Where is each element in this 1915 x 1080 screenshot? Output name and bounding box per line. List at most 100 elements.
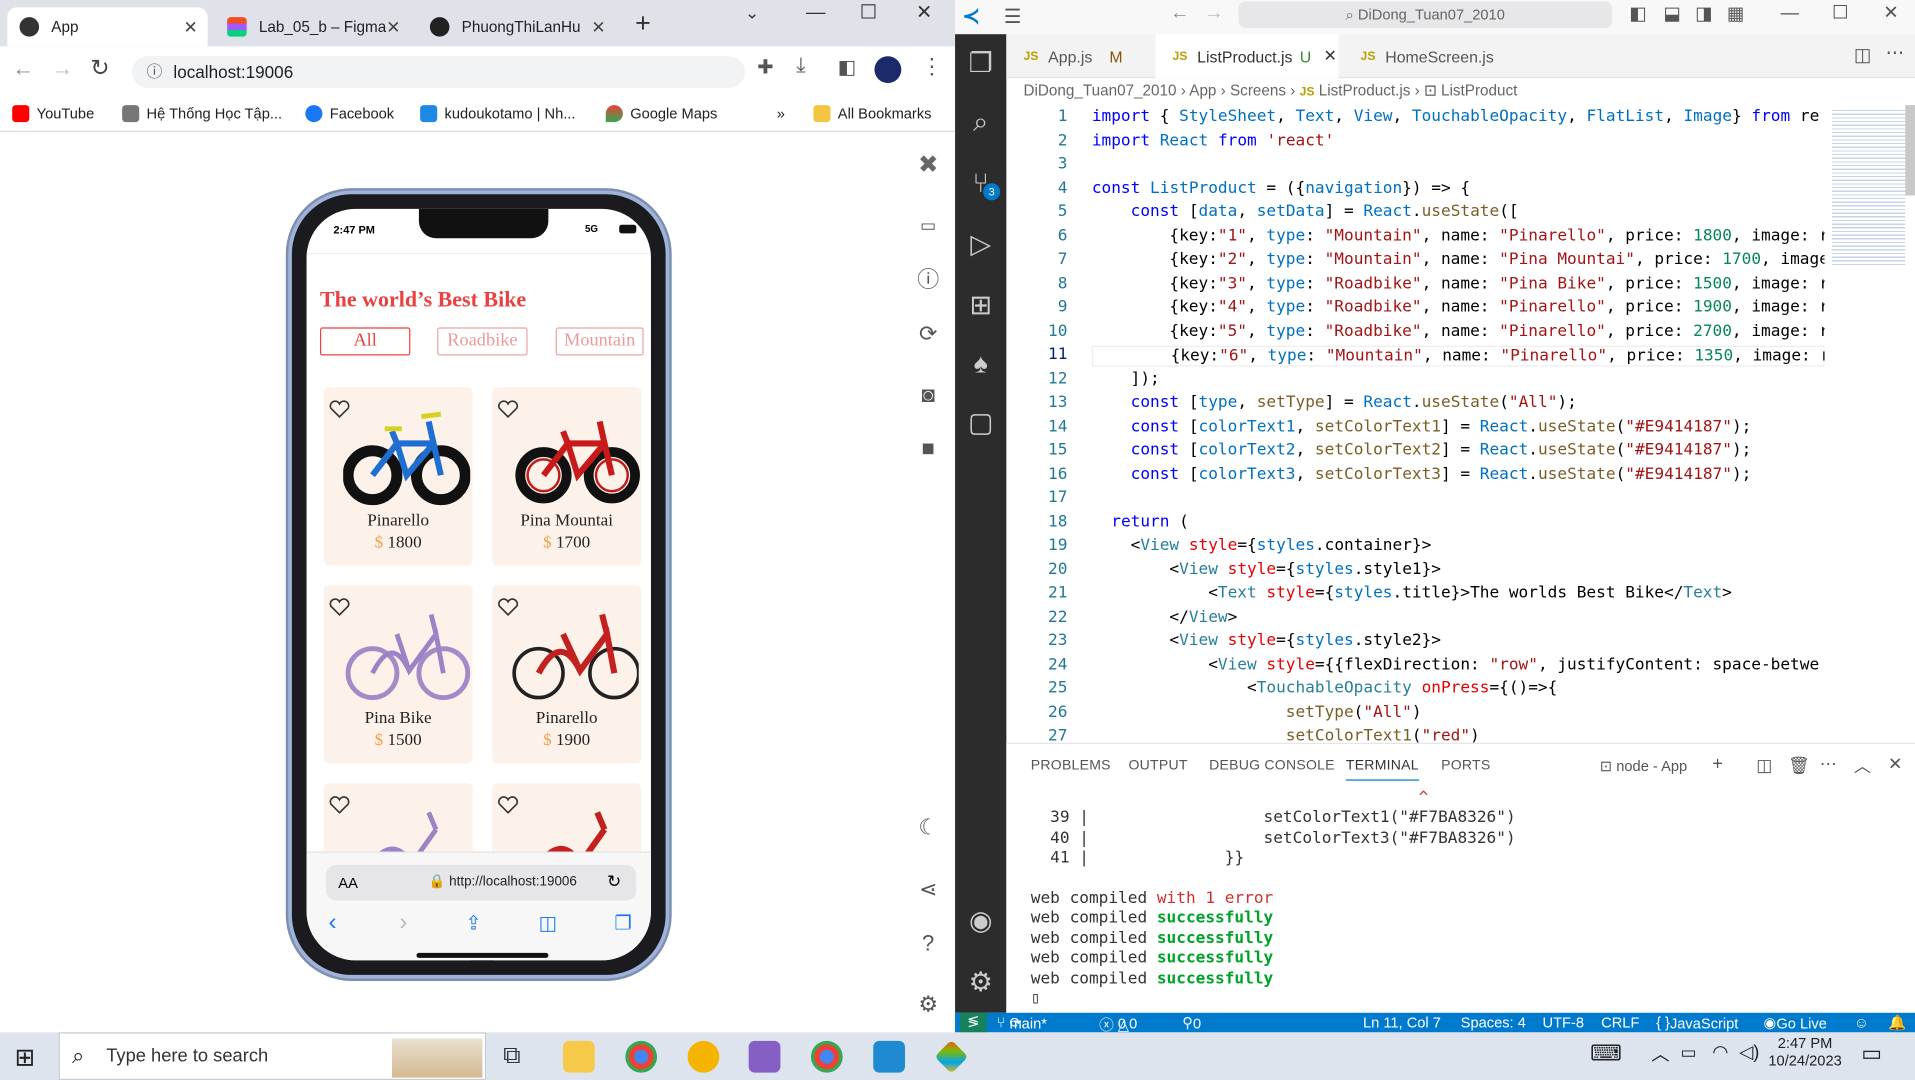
- forward-icon[interactable]: ›: [399, 909, 407, 937]
- branch[interactable]: ⑂ main* ⟳: [997, 1014, 1047, 1032]
- wifi-icon[interactable]: ◠: [1712, 1041, 1728, 1063]
- extensions-icon[interactable]: ⊞: [966, 290, 995, 320]
- taskbar-search[interactable]: ⌕ Type here to search: [58, 1032, 487, 1080]
- product-card[interactable]: Pinarello $ 1800: [323, 387, 473, 566]
- settings-icon[interactable]: ⚙: [914, 990, 943, 1019]
- close-device-icon[interactable]: ✖: [914, 150, 943, 179]
- back-icon[interactable]: ←: [12, 56, 34, 82]
- maximize-panel-icon[interactable]: ︿: [1854, 754, 1871, 778]
- download-icon[interactable]: ⤓: [796, 54, 805, 78]
- product-card[interactable]: Pina Mountai $ 1700: [492, 387, 642, 566]
- share-icon[interactable]: ⋖: [914, 875, 943, 904]
- task-view-icon[interactable]: ⧉: [503, 1042, 520, 1070]
- command-center[interactable]: ⌕ DiDong_Tuan07_2010: [1238, 1, 1613, 29]
- breadcrumb-item[interactable]: ListProduct.js: [1319, 82, 1411, 99]
- close-window-button[interactable]: ✕: [916, 0, 932, 24]
- safari-address-bar[interactable]: AA 🔒 http://localhost:19006 ↻: [326, 864, 637, 901]
- settings-gear-icon[interactable]: ⚙: [966, 967, 995, 997]
- search-icon[interactable]: ⌕: [966, 107, 995, 137]
- tab-app[interactable]: App ✕: [7, 7, 208, 47]
- info-icon[interactable]: ⓘ: [914, 265, 943, 294]
- keyboard-icon[interactable]: ⌨: [1590, 1041, 1622, 1067]
- battery-icon[interactable]: ▭: [1681, 1042, 1697, 1063]
- terminal-selector[interactable]: ⊡ node - App: [1600, 757, 1687, 774]
- close-icon[interactable]: ✕: [1323, 46, 1336, 66]
- tab-debug-console[interactable]: DEBUG CONSOLE: [1209, 759, 1335, 774]
- rotate-icon[interactable]: ⟳: [914, 319, 943, 348]
- side-panel-icon[interactable]: ◧: [838, 55, 856, 79]
- split-terminal-icon[interactable]: ◫: [1756, 755, 1772, 776]
- indentation[interactable]: Spaces: 4: [1461, 1014, 1526, 1031]
- tab-homescreen-js[interactable]: JS HomeScreen.js: [1343, 34, 1514, 78]
- tab-search-icon[interactable]: ⌄: [745, 2, 759, 23]
- reload-icon[interactable]: ↻: [90, 55, 109, 83]
- tab-problems[interactable]: PROBLEMS: [1031, 759, 1111, 774]
- notifications-icon[interactable]: ▭: [1861, 1041, 1882, 1067]
- close-panel-icon[interactable]: ✕: [1888, 754, 1902, 775]
- more-actions-icon[interactable]: ⋯: [1886, 42, 1904, 64]
- vscode-taskbar-icon[interactable]: [873, 1040, 905, 1073]
- reload-icon[interactable]: ↻: [607, 871, 621, 892]
- bookmarks-overflow[interactable]: »: [777, 105, 785, 122]
- tab-terminal[interactable]: TERMINAL: [1345, 759, 1419, 781]
- mongodb-icon[interactable]: ♠: [966, 349, 995, 378]
- breadcrumb-item[interactable]: DiDong_Tuan07_2010: [1023, 82, 1176, 99]
- volume-icon[interactable]: ◁): [1739, 1041, 1759, 1063]
- copilot-icon[interactable]: ☺: [1854, 1014, 1869, 1031]
- cursor-position[interactable]: Ln 11, Col 7: [1363, 1014, 1441, 1031]
- tab-github[interactable]: PhuongThiLanHu ✕: [418, 7, 616, 46]
- bookmark-he-thong[interactable]: Hệ Thống Học Tập...: [122, 105, 282, 123]
- menu-icon[interactable]: ⋮: [921, 54, 943, 80]
- minimize-button[interactable]: —: [806, 2, 826, 24]
- extensions-icon[interactable]: ✚: [757, 55, 773, 79]
- notifications-icon[interactable]: 🔔: [1888, 1014, 1906, 1031]
- help-icon[interactable]: ?: [914, 928, 943, 957]
- shield-app-icon[interactable]: [687, 1040, 720, 1073]
- chrome-icon[interactable]: [625, 1040, 658, 1073]
- filter-all[interactable]: All: [319, 327, 411, 356]
- minimap[interactable]: [1824, 105, 1915, 743]
- windows-start-icon[interactable]: ⊞: [15, 1042, 35, 1073]
- toggle-secondary-icon[interactable]: ◨: [1695, 2, 1712, 25]
- visual-studio-icon[interactable]: [748, 1040, 781, 1073]
- breadcrumb-item[interactable]: ListProduct: [1441, 82, 1517, 99]
- share-icon[interactable]: ⇪: [465, 911, 481, 935]
- chevron-up-icon[interactable]: ︿: [1651, 1041, 1669, 1067]
- go-live-button[interactable]: ◉ Go Live: [1764, 1014, 1827, 1032]
- encoding[interactable]: UTF-8: [1543, 1014, 1585, 1031]
- tab-listproduct-js[interactable]: JS ListProduct.js U ✕: [1155, 34, 1339, 79]
- filter-roadbike[interactable]: Roadbike: [437, 327, 528, 356]
- bookmarks-icon[interactable]: ◫: [539, 911, 557, 935]
- device-frame-icon[interactable]: ▭: [914, 210, 943, 239]
- trash-icon[interactable]: 🗑: [1788, 755, 1810, 776]
- toggle-panel-icon[interactable]: ⬓: [1663, 2, 1680, 25]
- layout-icon[interactable]: ▦: [1727, 2, 1744, 25]
- more-icon[interactable]: ⋯: [1820, 754, 1837, 775]
- new-terminal-icon[interactable]: +: [1712, 754, 1723, 775]
- breadcrumb-item[interactable]: App: [1189, 82, 1216, 99]
- bookmark-kudou[interactable]: kudoukotamo | Nh...: [420, 105, 575, 123]
- tabs-icon[interactable]: ❐: [614, 911, 632, 935]
- tab-output[interactable]: OUTPUT: [1128, 759, 1187, 774]
- explorer-icon[interactable]: ❐: [966, 48, 995, 78]
- file-explorer-icon[interactable]: [563, 1040, 595, 1073]
- forward-icon[interactable]: →: [1204, 2, 1224, 24]
- minimize-button[interactable]: —: [1781, 2, 1799, 23]
- video-icon[interactable]: ■: [914, 434, 943, 463]
- dark-mode-icon[interactable]: ☾: [914, 812, 943, 841]
- split-editor-icon[interactable]: ◫: [1854, 44, 1871, 66]
- remote-explorer-icon[interactable]: ▢: [966, 407, 995, 437]
- bookmark-youtube[interactable]: YouTube: [12, 105, 94, 123]
- scrollbar-thumb[interactable]: [1905, 105, 1915, 196]
- maximize-button[interactable]: ☐: [1832, 1, 1848, 23]
- close-icon[interactable]: ✕: [591, 16, 605, 37]
- back-icon[interactable]: ‹: [329, 909, 337, 937]
- bookmark-facebook[interactable]: Facebook: [305, 105, 394, 123]
- breadcrumb-item[interactable]: Screens: [1230, 82, 1286, 99]
- clock[interactable]: 2:47 PM 10/24/2023: [1766, 1035, 1844, 1069]
- camera-icon[interactable]: ◙: [914, 380, 943, 409]
- account-icon[interactable]: ◉: [966, 906, 995, 936]
- product-card[interactable]: Pina Bike $ 1500: [323, 585, 473, 764]
- terminal-output[interactable]: ^ 39 | setColorText1("#F7BA8326") 40 | s…: [1031, 789, 1516, 1009]
- tab-app-js[interactable]: JS App.js M: [1006, 34, 1153, 78]
